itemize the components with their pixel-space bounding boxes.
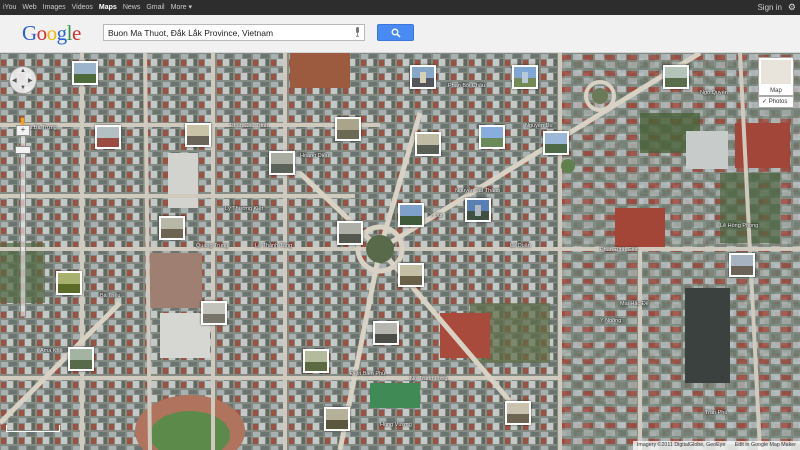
map-type-button[interactable]: Map <box>758 57 794 96</box>
search-input[interactable]: Buon Ma Thuot, Đắk Lắk Province, Vietnam <box>103 24 365 41</box>
photo-thumbnail[interactable] <box>269 151 295 175</box>
street-label: Quang Trung <box>196 243 229 249</box>
street-label: Lê Hồng Phong <box>720 223 759 229</box>
attribution-text: Imagery ©2011 DigitalGlobe, GeoEye <box>636 442 726 448</box>
search-header: Google Buon Ma Thuot, Đắk Lắk Province, … <box>0 15 800 53</box>
nav-link-more[interactable]: More ▾ <box>168 0 195 15</box>
satellite-map[interactable]: Hai Bà Trưng Phan Chu Trinh Quang Trung … <box>0 53 800 450</box>
street-label: Nguyễn Tất Thành <box>455 188 501 194</box>
logo-letter: o <box>36 21 48 45</box>
sign-in-link[interactable]: Sign in <box>757 3 781 12</box>
scale-bar <box>6 425 60 432</box>
pan-left-icon[interactable]: ◀ <box>12 77 17 84</box>
photo-thumbnail[interactable] <box>479 125 505 149</box>
photo-thumbnail[interactable] <box>201 301 227 325</box>
street-label: Y Jút <box>430 213 443 219</box>
street-label: Ngô Quyền <box>700 90 728 96</box>
photo-thumbnail[interactable] <box>159 216 185 240</box>
pan-right-icon[interactable]: ▶ <box>28 77 33 84</box>
gear-icon[interactable]: ⚙ <box>788 2 796 13</box>
logo-letter: o <box>46 21 58 45</box>
logo-letter: G <box>22 21 37 45</box>
photo-thumbnail[interactable] <box>324 407 350 431</box>
pan-down-icon[interactable]: ▼ <box>20 85 26 91</box>
imagery-attribution: Imagery ©2011 DigitalGlobe, GeoEye Edit … <box>632 441 800 450</box>
street-label: Phan Chu Trinh <box>230 123 269 129</box>
street-label: Hùng Vương <box>380 422 412 428</box>
street-label: Trần Phú <box>705 410 728 416</box>
photos-toggle-label: Photos <box>768 99 788 105</box>
street-label: Phan Đình Giót <box>600 247 638 253</box>
logo-letter: g <box>56 21 68 45</box>
photo-thumbnail[interactable] <box>335 117 361 141</box>
street-label: Y Ngông <box>600 318 622 324</box>
edit-in-map-maker-link[interactable]: Edit in Google Map Maker <box>735 442 796 448</box>
map-type-label: Map <box>770 88 782 94</box>
search-button[interactable] <box>377 24 414 41</box>
nav-link-news[interactable]: News <box>120 0 144 15</box>
google-logo[interactable]: Google <box>22 21 81 46</box>
street-label: Lý Thường Kiệt <box>225 206 264 212</box>
pan-up-icon[interactable]: ▲ <box>20 68 26 74</box>
street-label: Hoàng Diệu <box>300 153 330 159</box>
nav-link-maps[interactable]: Maps <box>96 0 120 15</box>
checkmark-icon: ✓ <box>762 99 768 105</box>
logo-letter: e <box>72 21 81 45</box>
satellite-imagery <box>0 53 800 450</box>
street-label: Bà Triệu <box>100 293 121 299</box>
nav-link-gmail[interactable]: Gmail <box>143 0 167 15</box>
nav-link-images[interactable]: Images <box>40 0 69 15</box>
photo-thumbnail[interactable] <box>543 131 569 155</box>
photo-thumbnail[interactable] <box>505 401 531 425</box>
street-label: Mai Hắc Đế <box>620 301 649 307</box>
photo-thumbnail[interactable] <box>337 221 363 245</box>
photo-thumbnail[interactable] <box>303 349 329 373</box>
microphone-icon[interactable] <box>355 27 360 37</box>
photo-thumbnail[interactable] <box>415 132 441 156</box>
street-label: Ama Khê <box>40 348 63 354</box>
street-label: Lê Duẩn <box>510 243 531 249</box>
topbar-right: Sign in ⚙ <box>757 0 796 15</box>
nav-link-web[interactable]: Web <box>19 0 39 15</box>
street-label: Lê Thánh Tông <box>255 243 293 249</box>
nav-link-videos[interactable]: Videos <box>69 0 96 15</box>
photo-thumbnail[interactable] <box>373 321 399 345</box>
street-label: Phan Bội Châu <box>448 83 485 89</box>
photos-toggle[interactable]: ✓ Photos <box>758 96 794 108</box>
photo-thumbnail[interactable] <box>410 65 436 89</box>
pan-control-icon[interactable]: ▲ ◀ ▶ ▼ <box>9 66 37 94</box>
nav-link-you[interactable]: iYou <box>0 0 19 15</box>
photo-thumbnail[interactable] <box>68 347 94 371</box>
search-query-text: Buon Ma Thuot, Đắk Lắk Province, Vietnam <box>108 28 274 38</box>
zoom-slider-track[interactable] <box>20 135 26 317</box>
search-icon <box>391 28 401 38</box>
photo-thumbnail[interactable] <box>95 125 121 149</box>
photo-thumbnail[interactable] <box>398 263 424 287</box>
street-label: Điện Biên Phủ <box>350 371 386 377</box>
street-label: Nơ Trang Lơng <box>410 376 448 382</box>
top-navigation-bar: iYou Web Images Videos Maps News Gmail M… <box>0 0 800 15</box>
street-label: Nguyễn Du <box>525 123 553 129</box>
photo-thumbnail[interactable] <box>663 65 689 89</box>
zoom-slider-thumb[interactable] <box>15 146 31 154</box>
photo-thumbnail[interactable] <box>729 253 755 277</box>
photo-thumbnail[interactable] <box>465 198 491 222</box>
photo-thumbnail[interactable] <box>398 203 424 227</box>
photo-thumbnail[interactable] <box>72 61 98 85</box>
photo-thumbnail[interactable] <box>185 123 211 147</box>
photo-thumbnail[interactable] <box>512 65 538 89</box>
map-type-thumbnail <box>761 60 791 84</box>
photo-thumbnail[interactable] <box>56 271 82 295</box>
